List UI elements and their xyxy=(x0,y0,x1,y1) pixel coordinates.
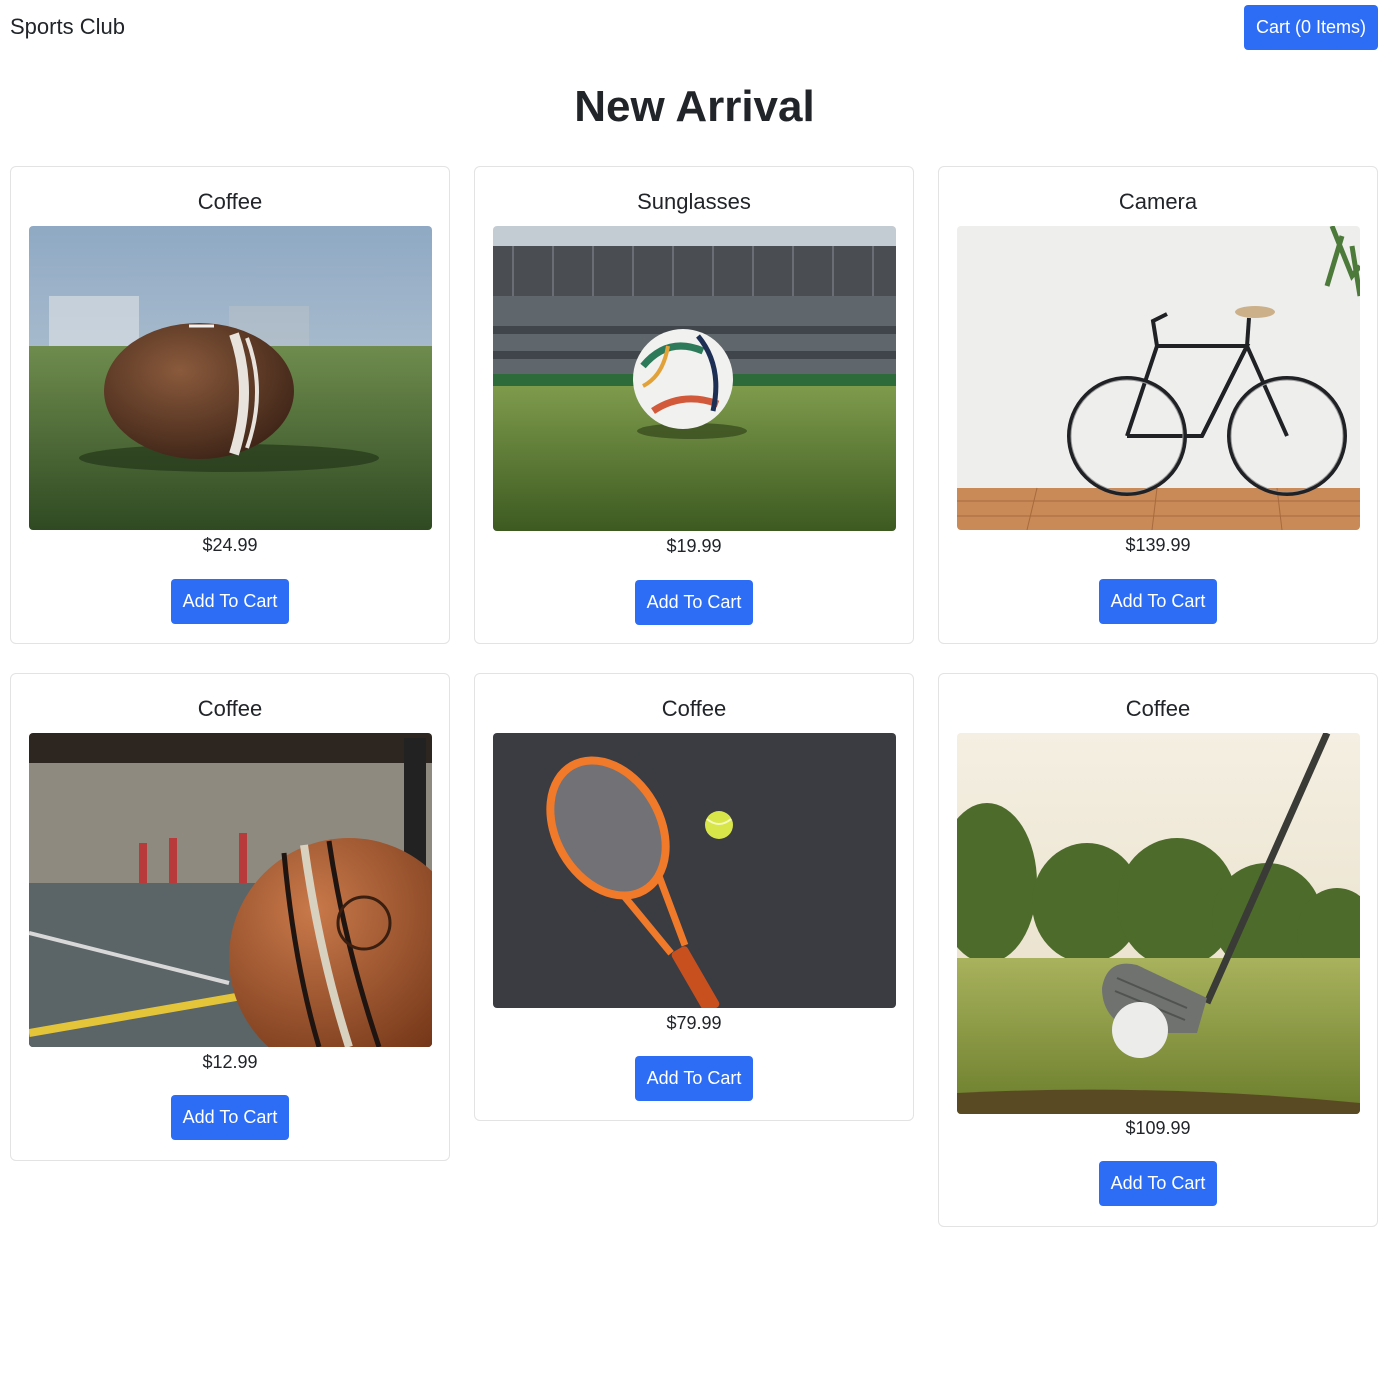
page-title: New Arrival xyxy=(574,82,815,131)
product-title: Coffee xyxy=(1125,696,1191,721)
product-price: $24.99 xyxy=(202,535,258,555)
add-to-cart-button[interactable]: Add To Cart xyxy=(171,1095,289,1140)
product-price: $12.99 xyxy=(202,1052,258,1072)
product-image xyxy=(493,226,896,531)
cart-button[interactable]: Cart (0 Items) xyxy=(1244,5,1378,50)
product-title: Sunglasses xyxy=(637,189,751,214)
product-image xyxy=(29,733,432,1047)
product-image xyxy=(957,733,1360,1114)
product-image xyxy=(957,226,1360,530)
product-title: Camera xyxy=(1118,189,1198,214)
brand-logo-text[interactable]: Sports Club xyxy=(10,14,125,40)
product-price: $19.99 xyxy=(666,536,722,556)
product-title: Coffee xyxy=(197,696,263,721)
product-image xyxy=(29,226,432,530)
product-card: Coffee $109.99 Add To Cart xyxy=(938,673,1378,1227)
add-to-cart-button[interactable]: Add To Cart xyxy=(1099,1161,1217,1206)
add-to-cart-button[interactable]: Add To Cart xyxy=(1099,579,1217,624)
add-to-cart-button[interactable]: Add To Cart xyxy=(635,1056,753,1101)
product-price: $109.99 xyxy=(1125,1118,1191,1138)
add-to-cart-button[interactable]: Add To Cart xyxy=(171,579,289,624)
product-title: Coffee xyxy=(197,189,263,214)
product-price: $139.99 xyxy=(1125,535,1191,555)
product-title: Coffee xyxy=(661,696,727,721)
product-card: Coffee $24.99 Add To Cart xyxy=(10,166,450,644)
product-card: Coffee $12.99 Add To Cart xyxy=(10,673,450,1161)
add-to-cart-button[interactable]: Add To Cart xyxy=(635,580,753,625)
product-card: Sunglasses $19.99 Add To Cart xyxy=(474,166,914,644)
product-card: Coffee $79.99 Add To Cart xyxy=(474,673,914,1121)
product-card: Camera $139.99 Add To Cart xyxy=(938,166,1378,644)
product-image xyxy=(493,733,896,1008)
product-price: $79.99 xyxy=(666,1013,722,1033)
